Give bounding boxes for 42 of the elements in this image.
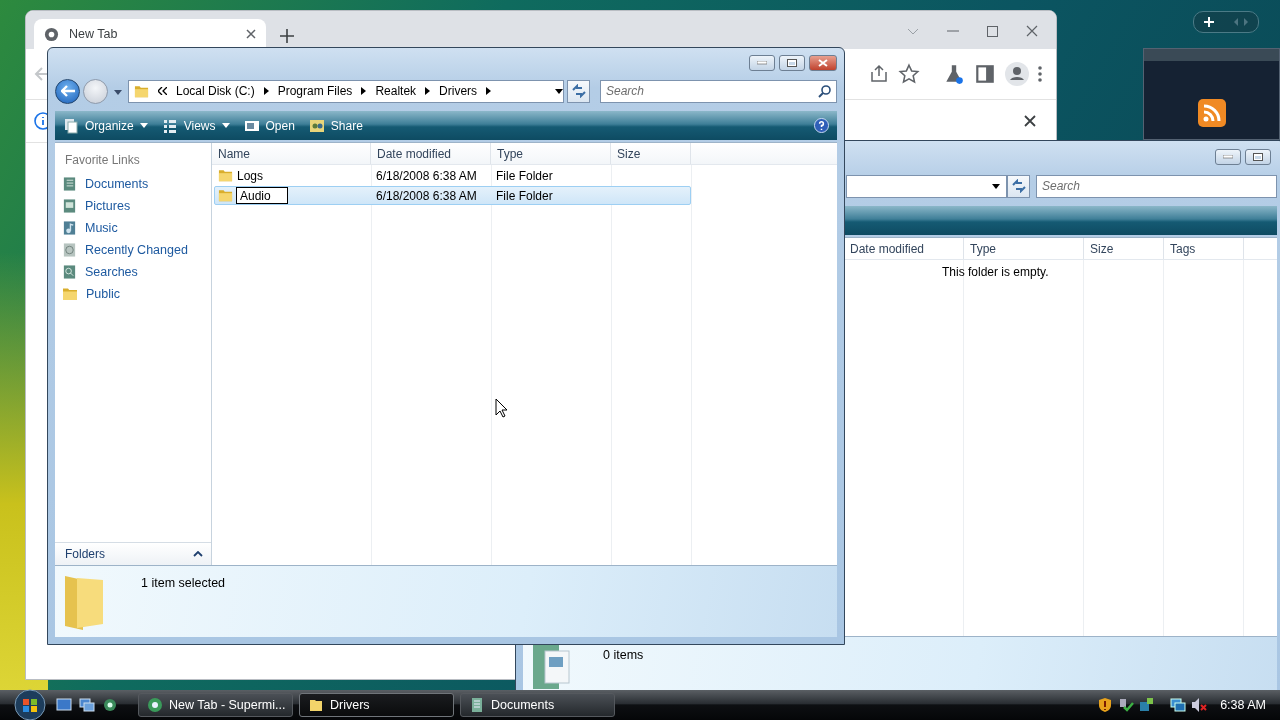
toolbar-button[interactable]: Share (308, 117, 363, 134)
favorite-link[interactable]: Pictures (55, 195, 211, 217)
column-header[interactable]: Size (1084, 238, 1164, 259)
breadcrumb-item[interactable]: Local Disk (C:) (176, 84, 255, 98)
toolbar-button[interactable]: Views (161, 117, 230, 134)
breadcrumb-item[interactable]: Program Files (277, 84, 353, 98)
search-field[interactable]: Search (600, 79, 837, 103)
toolbar-button[interactable]: Open (243, 117, 295, 134)
file-name: Logs (237, 168, 264, 183)
taskbar-button[interactable]: Drivers (299, 693, 454, 717)
rename-field[interactable]: Audio (236, 187, 288, 204)
table-cell-text: File Folder (495, 188, 554, 203)
favorite-link[interactable]: Music (55, 217, 211, 239)
favorite-link[interactable]: Documents (55, 173, 211, 195)
file-row[interactable]: Audio 6/18/2008 6:38 AM File Folder (214, 186, 691, 205)
breadcrumb-item[interactable]: Realtek (375, 84, 417, 98)
file-row[interactable]: Logs 6/18/2008 6:38 AM File Folder (214, 166, 691, 185)
browser-tab[interactable]: New Tab (34, 19, 266, 49)
column-header[interactable]: Type (491, 143, 611, 164)
folders-toggle[interactable]: Folders (55, 542, 211, 565)
taskbar-button[interactable]: New Tab - Supermi... (138, 693, 293, 717)
toolbar-button[interactable]: Organize (63, 117, 148, 134)
column-header[interactable]: Type (964, 238, 1084, 259)
table-cell-text: 6/18/2008 6:38 AM (375, 168, 478, 183)
column-header[interactable]: Size (611, 143, 691, 164)
status-text: 0 items (603, 648, 644, 662)
table-cell-text: File Folder (495, 168, 554, 183)
section-title: Favorite Links (64, 152, 141, 169)
column-header[interactable]: Tags (1164, 238, 1244, 259)
favorite-link[interactable]: Recently Changed (55, 239, 211, 261)
address-bar[interactable]: Local Disk (C:) Program Files Realtek Drivers (128, 79, 564, 103)
column-header[interactable]: Date modified (371, 143, 491, 164)
breadcrumb-item[interactable]: Drivers (439, 84, 478, 98)
favorite-link[interactable]: Public (55, 283, 211, 305)
clock[interactable]: 6:38 AM (1220, 698, 1266, 712)
taskbar-button[interactable]: Documents (460, 693, 615, 717)
empty-message: This folder is empty. (941, 264, 1050, 279)
column-header[interactable]: Name (212, 143, 371, 164)
search-field[interactable]: Search (1036, 174, 1277, 198)
table-cell-text: 6/18/2008 6:38 AM (375, 188, 478, 203)
favorite-link[interactable]: Searches (55, 261, 211, 283)
status-text: 1 item selected (141, 576, 226, 590)
